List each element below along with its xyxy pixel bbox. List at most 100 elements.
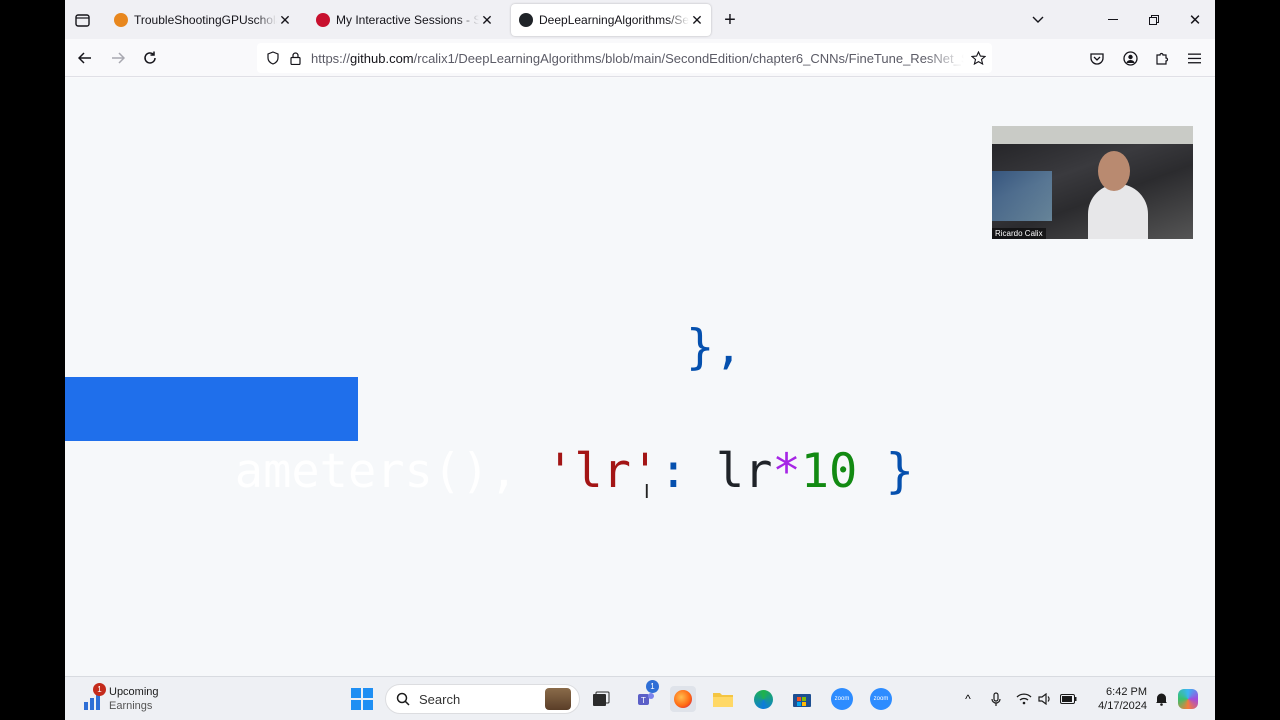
video-person-head: [1098, 151, 1130, 191]
selected-code-text: ameters(),: [234, 444, 518, 499]
firefox-taskbar-button[interactable]: [670, 686, 696, 712]
clock-date: 4/17/2024: [1098, 700, 1147, 712]
tab-interactive-sessions[interactable]: My Interactive Sessions - Scholar ✕: [308, 4, 501, 36]
new-tab-button[interactable]: +: [716, 6, 744, 34]
search-icon: [396, 692, 410, 706]
navigation-toolbar: https://github.com/rcalix1/DeepLearningA…: [65, 39, 1215, 77]
code-operator: *: [772, 444, 801, 499]
code-variable: lr: [715, 444, 773, 499]
text-cursor-icon: I: [644, 481, 650, 503]
github-favicon-icon: [519, 13, 533, 27]
bell-icon: [1155, 693, 1167, 706]
tab-title: DeepLearningAlgorithms/SecondEdition: [539, 13, 689, 27]
reload-button[interactable]: [136, 44, 164, 72]
video-call-overlay[interactable]: Ricardo Calix: [992, 126, 1193, 239]
show-hidden-icons-button[interactable]: ^: [955, 686, 981, 712]
copilot-button[interactable]: [1175, 686, 1201, 712]
back-button[interactable]: [71, 44, 99, 72]
chevron-down-icon: [1032, 16, 1044, 23]
widget-subtitle: Earnings: [109, 700, 153, 712]
teams-button[interactable]: T 1: [632, 680, 659, 712]
extensions-button[interactable]: [1148, 44, 1176, 72]
code-colon: :: [659, 444, 688, 499]
edge-button[interactable]: [750, 686, 776, 712]
reload-icon: [144, 51, 156, 64]
restore-icon: [1149, 15, 1159, 25]
widgets-notification-badge: 1: [93, 683, 106, 696]
microphone-button[interactable]: [983, 686, 1009, 712]
address-bar[interactable]: https://github.com/rcalix1/DeepLearningA…: [257, 43, 992, 73]
wifi-icon: [1016, 693, 1032, 705]
tab-deeplearning-algorithms[interactable]: DeepLearningAlgorithms/SecondEdition ✕: [511, 4, 711, 36]
pocket-button[interactable]: [1083, 44, 1111, 72]
search-highlight-icon: [545, 688, 571, 710]
close-tab-icon[interactable]: ✕: [689, 12, 705, 29]
notifications-button[interactable]: [1148, 686, 1174, 712]
system-clock[interactable]: 6:42 PM 4/17/2024: [1085, 685, 1147, 713]
zoom-icon: zoom: [831, 688, 853, 710]
minimize-icon: [1108, 19, 1118, 20]
participant-name-label: Ricardo Calix: [992, 228, 1046, 239]
code-closing-brace: },: [686, 320, 743, 375]
minimize-button[interactable]: [1099, 6, 1127, 34]
close-icon: ✕: [1188, 12, 1202, 29]
speaker-icon: [1037, 693, 1050, 705]
task-view-icon: [593, 691, 610, 706]
page-content: }, ameters(), 'lr': lr*10 } Ricardo Cali…: [65, 78, 1215, 676]
pocket-icon: [1090, 52, 1104, 65]
url-host: github.com: [350, 50, 414, 66]
restore-button[interactable]: [1140, 6, 1168, 34]
widget-title: Upcoming: [109, 686, 159, 698]
firefox-view-button[interactable]: [68, 6, 96, 34]
search-placeholder: Search: [419, 691, 461, 707]
folder-icon: [713, 693, 733, 707]
copilot-icon: [1178, 689, 1198, 709]
tab-troubleshooting[interactable]: TroubleShootingGPUscholar - P ✕: [106, 4, 299, 36]
arrow-left-icon: [78, 52, 91, 64]
store-button[interactable]: [789, 686, 815, 712]
account-icon: [1122, 50, 1138, 66]
firefox-view-icon: [74, 14, 90, 27]
video-background-screen: [992, 171, 1052, 221]
browser-window: TroubleShootingGPUscholar - P ✕ My Inter…: [65, 0, 1215, 720]
close-tab-icon[interactable]: ✕: [479, 12, 495, 29]
code-string-key: 'lr': [546, 444, 660, 499]
bookmark-star-icon[interactable]: [964, 51, 992, 65]
close-window-button[interactable]: ✕: [1181, 6, 1209, 34]
url-text[interactable]: https://github.com/rcalix1/DeepLearningA…: [311, 51, 964, 66]
widgets-button[interactable]: 1 Upcoming Earnings: [83, 683, 183, 716]
plus-icon: +: [724, 8, 736, 31]
list-all-tabs-button[interactable]: [1024, 6, 1052, 34]
edge-icon: [753, 689, 773, 709]
forward-button[interactable]: [104, 44, 132, 72]
zoom-icon: zoom: [870, 688, 892, 710]
tab-strip: TroubleShootingGPUscholar - P ✕ My Inter…: [65, 0, 1215, 39]
teams-notification-badge: 1: [646, 680, 659, 693]
code-line[interactable]: ameters(), 'lr': lr*10 }: [65, 379, 914, 565]
video-person-body: [1088, 184, 1148, 239]
battery-icon: [1059, 694, 1076, 704]
app-menu-button[interactable]: [1180, 44, 1208, 72]
clock-time: 6:42 PM: [1106, 686, 1147, 698]
start-button[interactable]: [349, 686, 375, 712]
file-explorer-button[interactable]: [710, 686, 736, 712]
url-scheme: https://: [311, 50, 351, 66]
chevron-up-icon: ^: [965, 692, 971, 706]
store-icon: [793, 694, 811, 707]
battery-button[interactable]: [1055, 686, 1081, 712]
task-view-button[interactable]: [588, 686, 614, 712]
close-tab-icon[interactable]: ✕: [277, 12, 293, 29]
taskbar-search-box[interactable]: Search: [385, 684, 580, 714]
url-path: /rcalix1/DeepLearningAlgorithms/blob/mai…: [413, 50, 964, 66]
zoom-meeting-button[interactable]: zoom: [868, 686, 894, 712]
video-background-wall: [992, 126, 1193, 144]
lock-icon[interactable]: [285, 51, 305, 65]
code-brace: }: [885, 444, 914, 499]
account-button[interactable]: [1116, 44, 1144, 72]
tab-title: TroubleShootingGPUscholar - P: [134, 13, 277, 27]
ondemand-favicon-icon: [316, 13, 330, 27]
firefox-icon: [674, 690, 692, 708]
blog-favicon-icon: [114, 13, 128, 27]
tracking-protection-shield-icon[interactable]: [261, 51, 285, 65]
zoom-button[interactable]: zoom: [829, 686, 855, 712]
